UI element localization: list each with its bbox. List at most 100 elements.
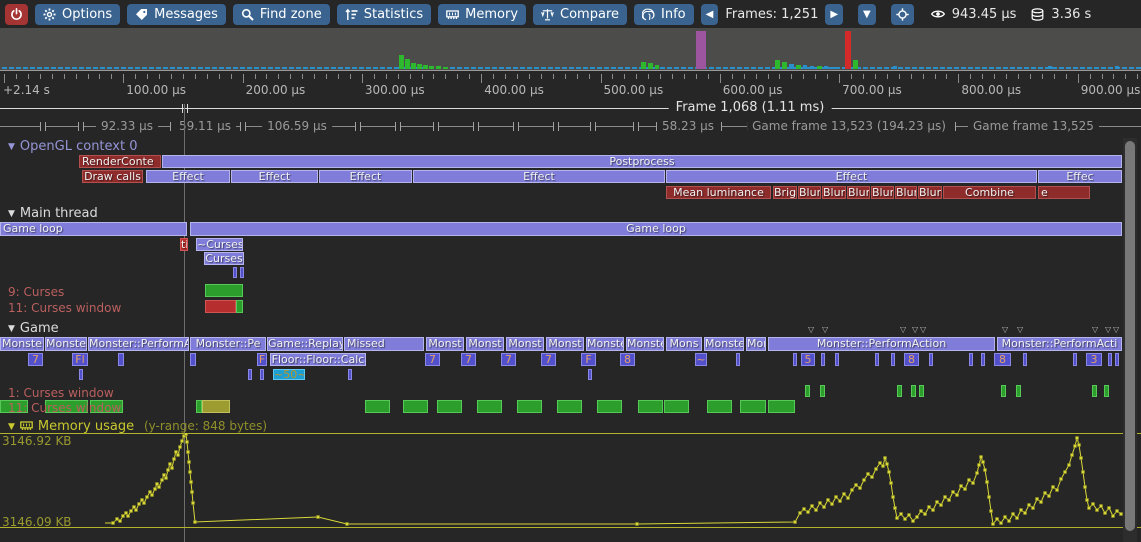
zone-blur[interactable]: Blur: [798, 186, 821, 199]
zone-curses[interactable]: ~Curses: [196, 238, 243, 251]
zone-mons[interactable]: Mons: [666, 337, 702, 351]
zone-effect[interactable]: Effect: [666, 170, 1037, 183]
zone-effect[interactable]: Effect: [146, 170, 230, 183]
zone-bar[interactable]: [835, 353, 839, 366]
zone-bar[interactable]: [1023, 353, 1027, 366]
zone-blur[interactable]: Blur: [847, 186, 870, 199]
zone-bar[interactable]: [875, 353, 879, 366]
zone-bar[interactable]: [236, 300, 243, 313]
zone-bar[interactable]: [1073, 353, 1077, 366]
zone-monster-performacti[interactable]: Monster::PerformActi: [997, 337, 1122, 351]
zone-mean-luminance[interactable]: Mean luminance: [666, 186, 771, 199]
zone-50[interactable]: ~50~: [273, 369, 305, 380]
zone-bar[interactable]: [240, 267, 244, 278]
memory-button[interactable]: Memory: [438, 4, 526, 25]
zone-7[interactable]: 7: [501, 353, 516, 366]
message-marker-icon[interactable]: ▽: [1105, 326, 1111, 334]
zone-bar[interactable]: [969, 353, 973, 366]
zone-bar[interactable]: [897, 385, 902, 397]
find-zone-button[interactable]: Find zone: [233, 4, 330, 25]
zone-7[interactable]: 7: [541, 353, 556, 366]
zone-bar[interactable]: [348, 369, 352, 380]
zone-e[interactable]: e: [1038, 186, 1090, 199]
zone-missed[interactable]: Missed: [344, 337, 424, 351]
zone-bar[interactable]: [517, 400, 542, 413]
info-button[interactable]: Info: [634, 4, 694, 25]
message-marker-icon[interactable]: ▽: [1092, 326, 1098, 334]
zone-monster-pe[interactable]: Monster::Pe: [704, 337, 744, 351]
collapse-icon[interactable]: ▼: [8, 209, 15, 219]
zone-draw-calls[interactable]: Draw calls: [82, 170, 143, 183]
collapse-icon[interactable]: ▼: [8, 422, 15, 432]
zone-monster-performaction[interactable]: Monster::PerformAction: [768, 337, 995, 351]
zone-bar[interactable]: [919, 385, 924, 397]
zone-combine[interactable]: Combine: [943, 186, 1036, 199]
zone-effec[interactable]: Effec: [1038, 170, 1122, 183]
zone-[interactable]: ~: [695, 353, 707, 366]
zone-monste[interactable]: Monste: [0, 337, 44, 351]
zone-f[interactable]: F: [581, 353, 596, 366]
memory-usage-graph[interactable]: [0, 433, 1141, 542]
zone-bar[interactable]: [248, 369, 252, 380]
zone-bar[interactable]: [891, 353, 895, 366]
zone-bar[interactable]: [638, 400, 663, 413]
message-marker-icon[interactable]: ▽: [1113, 326, 1119, 334]
options-button[interactable]: Options: [35, 4, 120, 25]
collapse-icon[interactable]: ▼: [8, 324, 15, 334]
zone-8[interactable]: 8: [620, 353, 635, 366]
frame-histogram[interactable]: [0, 28, 1141, 70]
zone-bar[interactable]: [205, 300, 236, 313]
zone-game-loop[interactable]: Game loop: [0, 222, 187, 236]
zone-monst[interactable]: Monst: [506, 337, 544, 351]
statistics-button[interactable]: Statistics: [337, 4, 431, 25]
vertical-scrollbar[interactable]: [1123, 138, 1137, 542]
zone-blur[interactable]: Blur: [895, 186, 917, 199]
prev-frame-button[interactable]: ◀: [701, 4, 719, 25]
zone-curses[interactable]: Curses: [204, 252, 244, 265]
zone-game-loop[interactable]: Game loop: [190, 222, 1122, 236]
zone-monst[interactable]: Monst: [426, 337, 464, 351]
zone-bar[interactable]: [1001, 385, 1006, 397]
zone-monste[interactable]: Monste: [586, 337, 624, 351]
zone-bar[interactable]: [202, 400, 230, 413]
zone-mons[interactable]: Mons: [746, 337, 766, 351]
zone-bar[interactable]: [597, 400, 622, 413]
zone-7[interactable]: 7: [28, 353, 43, 366]
frame-separator-row[interactable]: 92.33 µs59.11 µs106.59 µs58.23 µsGame fr…: [0, 117, 1141, 136]
section-header-opengl-context[interactable]: ▼OpenGL context 0: [8, 139, 138, 154]
zone-bar[interactable]: [929, 353, 933, 366]
collapse-frames-button[interactable]: ▼: [858, 4, 876, 25]
message-marker-icon[interactable]: ▽: [912, 326, 918, 334]
zone-bar[interactable]: [911, 385, 916, 397]
zone-bar[interactable]: [403, 400, 428, 413]
zone-effect[interactable]: Effect: [319, 170, 412, 183]
zone-bar[interactable]: [1115, 353, 1119, 366]
zone-bar[interactable]: [740, 400, 766, 413]
zone-postprocess[interactable]: Postprocess: [162, 155, 1122, 168]
message-marker-icon[interactable]: ▽: [1017, 326, 1023, 334]
message-marker-icon[interactable]: ▽: [920, 326, 926, 334]
zone-f[interactable]: F: [257, 353, 267, 366]
zone-bar[interactable]: [736, 353, 740, 366]
zone-7[interactable]: 7: [461, 353, 476, 366]
scrollbar-thumb[interactable]: [1125, 141, 1135, 531]
compare-button[interactable]: Compare: [533, 4, 627, 25]
zone-monste[interactable]: Monste: [626, 337, 664, 351]
zone-blur[interactable]: Blur: [871, 186, 894, 199]
zone-bar[interactable]: [981, 353, 985, 366]
zone-monst[interactable]: Monst: [466, 337, 504, 351]
zone-3[interactable]: 3: [1086, 353, 1102, 366]
collapse-icon[interactable]: ▼: [8, 142, 15, 152]
zone-floor-floor-calc[interactable]: Floor::Floor::Calc: [270, 353, 366, 366]
zone-bar[interactable]: [1092, 385, 1097, 397]
zone-bar[interactable]: [1108, 353, 1112, 366]
zone-5[interactable]: 5: [801, 353, 815, 366]
zone-monst[interactable]: Monst: [546, 337, 584, 351]
zone-bar[interactable]: [205, 284, 243, 297]
message-marker-icon[interactable]: ▽: [808, 326, 814, 334]
zone-bar[interactable]: [1104, 385, 1109, 397]
zone-monste[interactable]: Monste: [45, 337, 87, 351]
message-marker-icon[interactable]: ▽: [900, 326, 906, 334]
zone-8[interactable]: 8: [994, 353, 1011, 366]
message-marker-icon[interactable]: ▽: [822, 326, 828, 334]
